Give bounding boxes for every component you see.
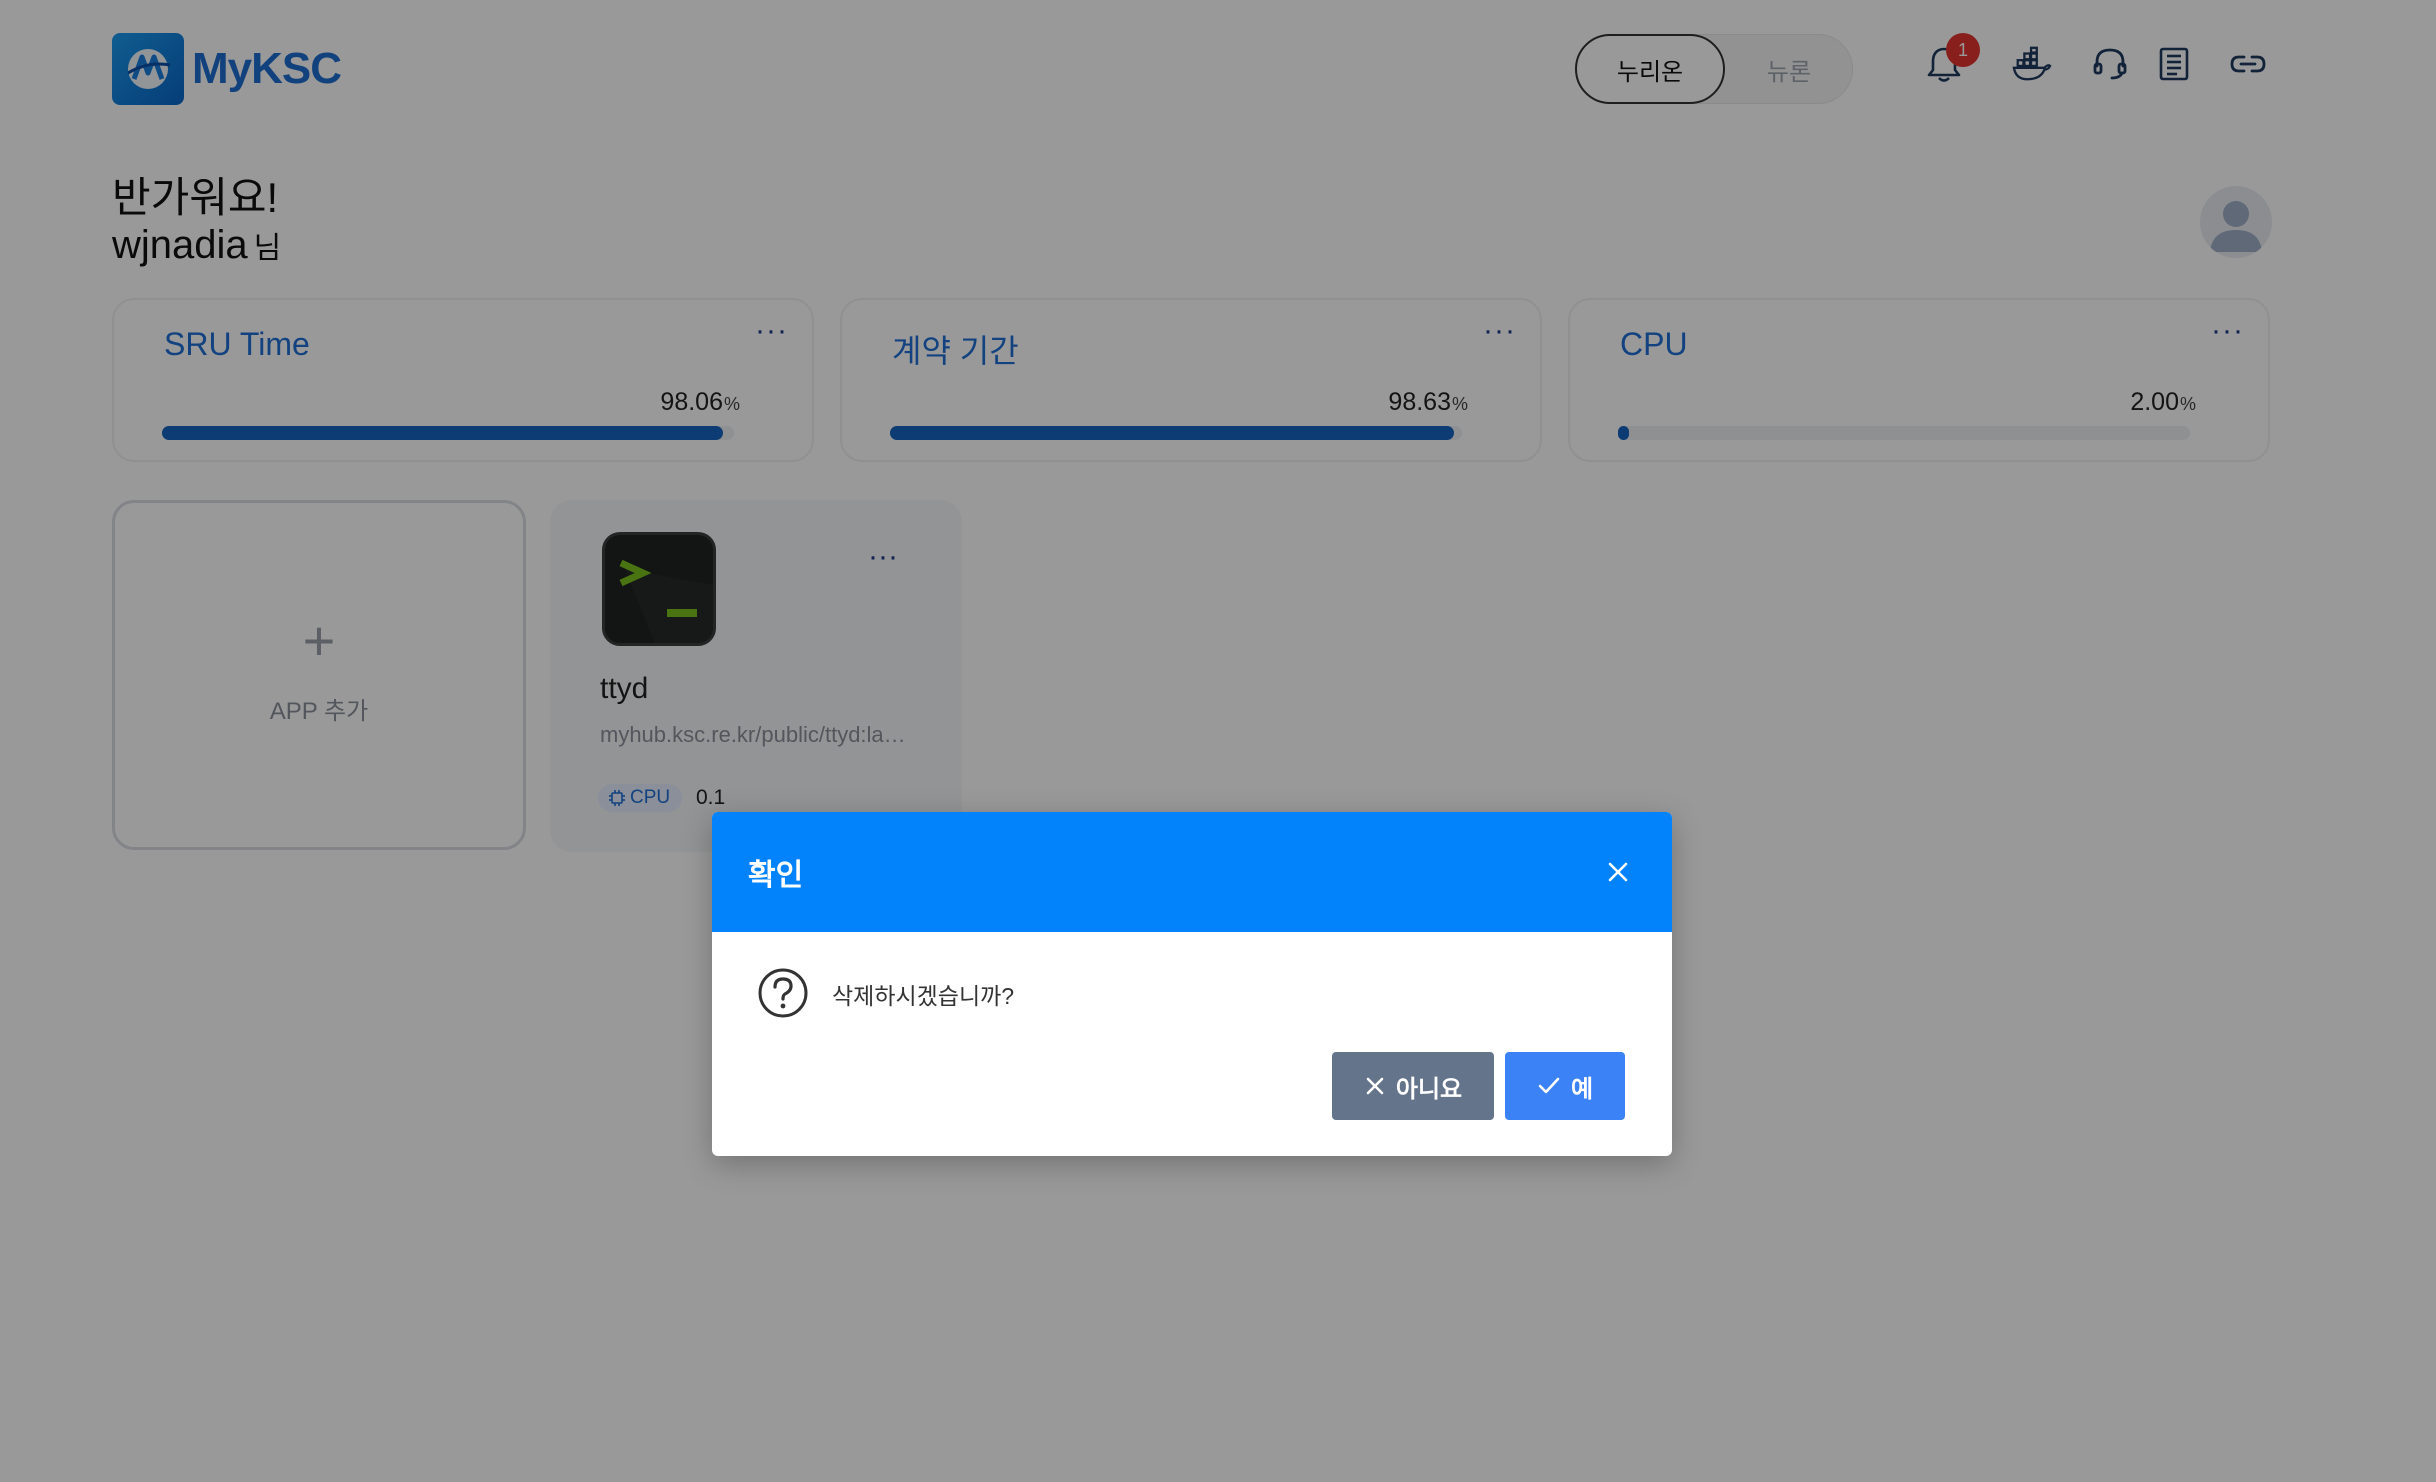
cancel-button-label: 아니요 xyxy=(1395,1075,1463,1103)
dialog-message: 삭제하시겠습니까? xyxy=(832,983,1015,1009)
close-icon[interactable] xyxy=(1604,858,1632,886)
x-icon xyxy=(1366,1077,1384,1095)
dialog-title: 확인 xyxy=(748,859,804,892)
question-icon xyxy=(756,966,810,1020)
check-icon xyxy=(1538,1077,1560,1094)
confirm-button-label: 예 xyxy=(1570,1075,1594,1103)
confirm-button[interactable]: 예 xyxy=(1505,1052,1625,1120)
cancel-button[interactable]: 아니요 xyxy=(1332,1052,1494,1120)
confirm-dialog: 확인 삭제하시겠습니까? 아니요 예 xyxy=(712,812,1672,1156)
modal-backdrop[interactable] xyxy=(0,0,2436,1482)
dialog-header: 확인 xyxy=(712,812,1672,932)
